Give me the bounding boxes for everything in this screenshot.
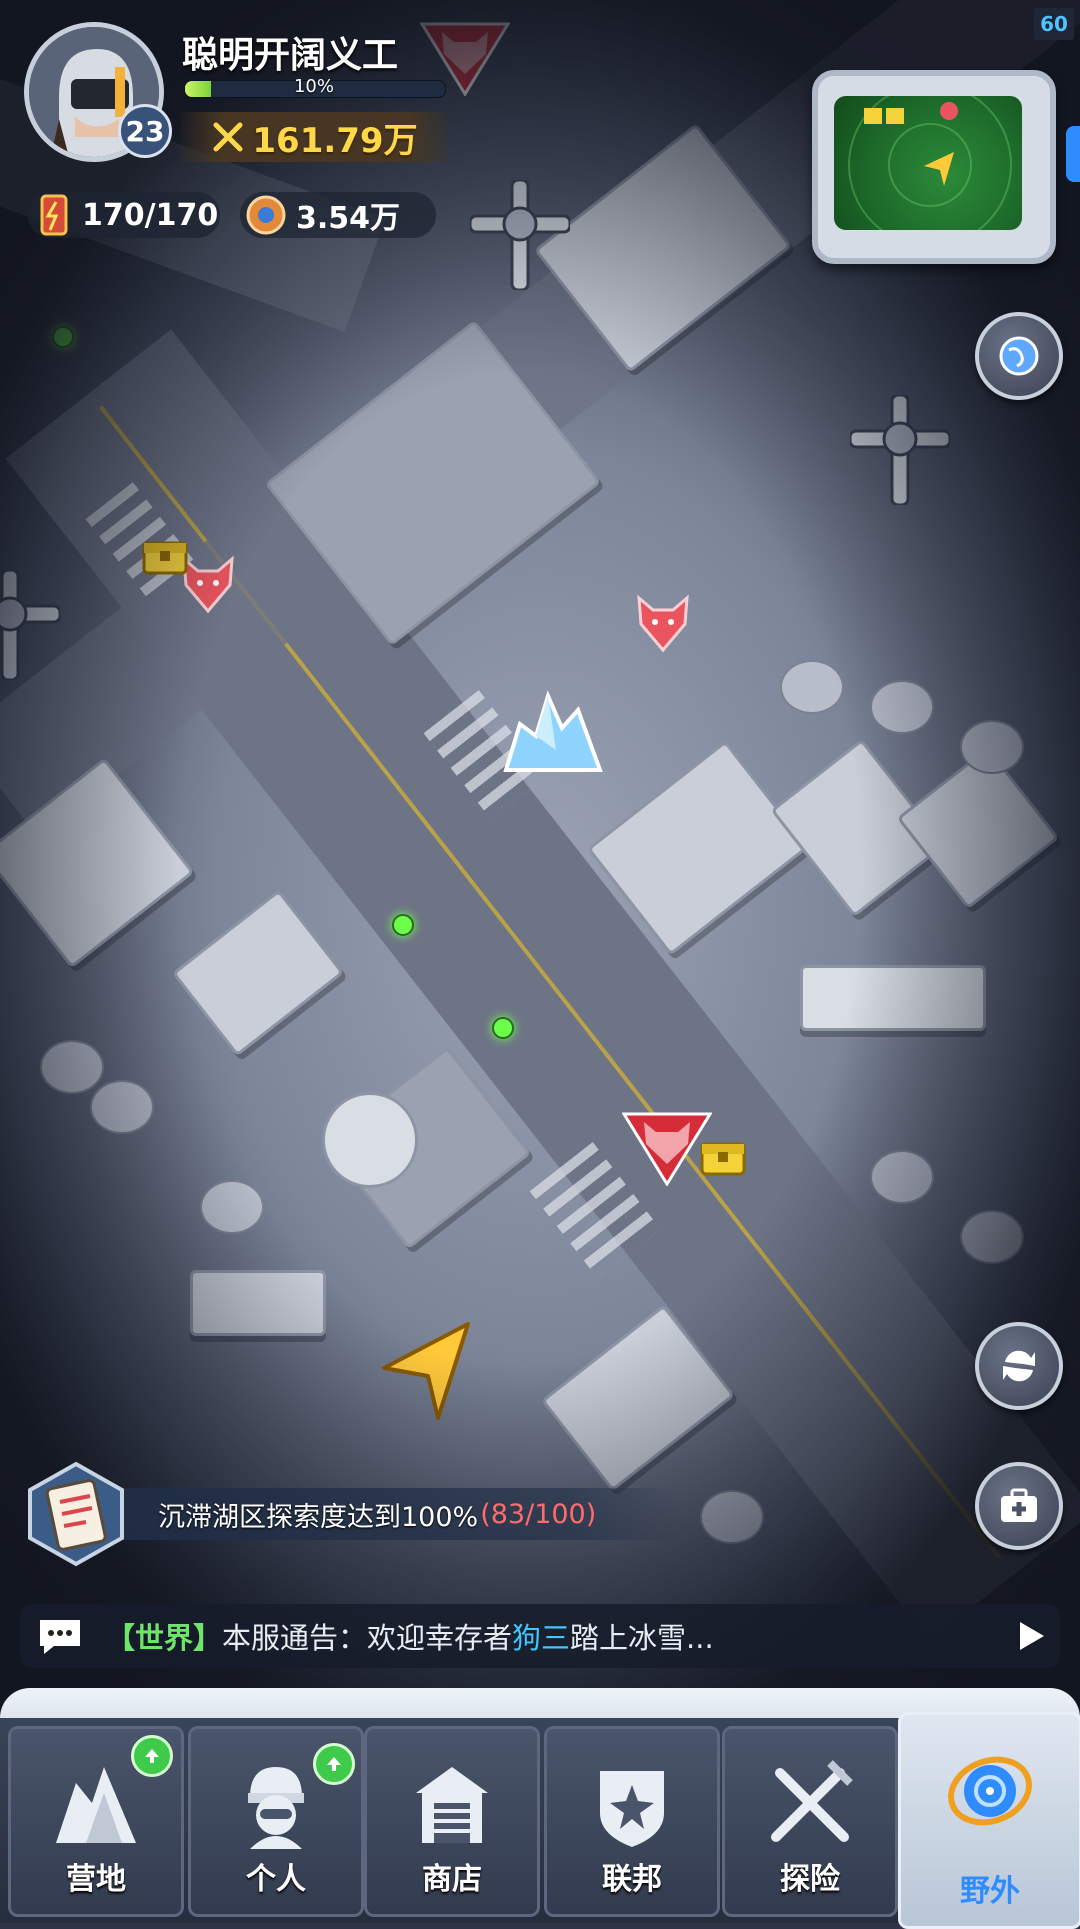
camp-upgrade-badge bbox=[131, 1735, 173, 1777]
survivor-icon bbox=[248, 1767, 304, 1849]
nav-label: 营地 bbox=[66, 1862, 126, 1897]
nav-shop[interactable]: 商店 bbox=[364, 1726, 540, 1917]
rubble bbox=[870, 680, 934, 734]
drone-marker[interactable] bbox=[850, 395, 950, 505]
resource-marker[interactable] bbox=[52, 326, 74, 348]
player-name: 聪明开阔义工 bbox=[182, 35, 399, 76]
rubble bbox=[200, 1180, 264, 1234]
radar-chest-icon bbox=[864, 108, 904, 124]
stamina-value: 170/170 bbox=[82, 197, 219, 233]
nav-camp[interactable]: 营地 bbox=[8, 1726, 184, 1917]
building bbox=[171, 889, 345, 1057]
resource-marker[interactable] bbox=[392, 914, 414, 936]
wild-radar-icon bbox=[948, 1756, 1032, 1826]
chat-message-prefix: 本服通告：欢迎幸存者 bbox=[222, 1621, 513, 1655]
nav-label: 个人 bbox=[246, 1862, 306, 1897]
rubble bbox=[960, 720, 1024, 774]
exp-percent-label: 10% bbox=[293, 76, 334, 97]
side-panel-tab[interactable] bbox=[1066, 126, 1080, 182]
rubble bbox=[90, 1080, 154, 1134]
stamina-display[interactable]: 170/170 bbox=[28, 192, 220, 238]
nav-label: 联邦 bbox=[602, 1862, 662, 1897]
chat-expand-icon[interactable] bbox=[1016, 1620, 1046, 1652]
nav-label: 探险 bbox=[780, 1862, 840, 1897]
heal-button[interactable] bbox=[975, 1462, 1063, 1550]
expedition-icon bbox=[771, 1760, 853, 1842]
rubble bbox=[870, 1150, 934, 1204]
crossed-swords-icon bbox=[213, 122, 243, 152]
nav-label: 商店 bbox=[422, 1862, 482, 1897]
player-location-arrow[interactable] bbox=[376, 1318, 486, 1428]
heal-kit-icon bbox=[1001, 1488, 1037, 1522]
stamina-can-icon bbox=[40, 194, 68, 236]
currency-display[interactable]: 3.54万 bbox=[240, 192, 436, 238]
nav-personal[interactable]: 个人 bbox=[188, 1726, 364, 1917]
truck bbox=[800, 965, 986, 1031]
world-chat-bar[interactable]: 【世界】 本服通告：欢迎幸存者 狗三 踏上冰雪... bbox=[20, 1604, 1060, 1668]
radar-enemy-icon bbox=[940, 102, 958, 120]
refresh-icon bbox=[1003, 1350, 1035, 1382]
rubble bbox=[40, 1040, 104, 1094]
chat-message-suffix: 踏上冰雪... bbox=[570, 1621, 714, 1655]
radar-screen bbox=[834, 96, 1022, 230]
refresh-button[interactable] bbox=[975, 1322, 1063, 1410]
quest-tracker[interactable]: 沉滞湖区探索度达到100% (83/100) bbox=[22, 1460, 682, 1567]
upgrade-arrow-icon bbox=[145, 1749, 159, 1763]
world-map-button[interactable] bbox=[975, 312, 1063, 400]
rubble bbox=[960, 1210, 1024, 1264]
upgrade-arrow-icon bbox=[327, 1757, 341, 1771]
quest-progress: (83/100) bbox=[480, 1498, 597, 1530]
rubble bbox=[780, 660, 844, 714]
rubble bbox=[700, 1490, 764, 1544]
quest-bar: 沉滞湖区探索度达到100% (83/100) bbox=[122, 1488, 682, 1540]
camp-icon bbox=[56, 1767, 136, 1843]
gear-coin-icon bbox=[246, 195, 286, 235]
quest-clipboard-icon bbox=[28, 1461, 124, 1567]
chat-channel: 【世界】 bbox=[106, 1621, 223, 1655]
ice-crystal-marker[interactable] bbox=[500, 690, 610, 780]
world-map-icon bbox=[999, 336, 1039, 376]
radar-player-arrow-icon bbox=[924, 152, 954, 186]
currency-value: 3.54万 bbox=[296, 201, 401, 236]
chat-bubble-icon bbox=[40, 1620, 80, 1654]
building bbox=[190, 1270, 326, 1336]
quest-text: 沉滞湖区探索度达到100% bbox=[158, 1501, 479, 1533]
treasure-chest-marker[interactable] bbox=[700, 1136, 746, 1176]
combat-power-value: 161.79万 bbox=[252, 120, 418, 161]
player-level-badge: 23 bbox=[118, 104, 172, 158]
nav-label: 野外 bbox=[960, 1874, 1020, 1909]
nav-expedition[interactable]: 探险 bbox=[722, 1726, 898, 1917]
fps-counter: 60 bbox=[1034, 8, 1074, 40]
chat-player-name: 狗三 bbox=[512, 1621, 571, 1655]
wolf-boss-marker[interactable] bbox=[622, 1110, 712, 1186]
nav-wild[interactable]: 野外 bbox=[898, 1712, 1080, 1929]
combat-power[interactable]: 161.79万 bbox=[180, 112, 450, 162]
nav-federation[interactable]: 联邦 bbox=[544, 1726, 720, 1917]
federation-icon bbox=[600, 1771, 664, 1847]
wolf-enemy-marker[interactable] bbox=[633, 594, 693, 654]
shop-icon bbox=[416, 1767, 488, 1843]
resource-marker[interactable] bbox=[492, 1017, 514, 1039]
water-tower bbox=[322, 1092, 418, 1188]
personal-upgrade-badge bbox=[313, 1743, 355, 1785]
drone-marker[interactable] bbox=[0, 570, 60, 680]
radar-minimap[interactable] bbox=[812, 70, 1056, 264]
drone-marker[interactable] bbox=[470, 180, 570, 290]
treasure-chest-marker[interactable] bbox=[142, 535, 188, 575]
bottom-navigation: 营地 个人 商店 联邦 探险 野外 bbox=[0, 1688, 1080, 1929]
